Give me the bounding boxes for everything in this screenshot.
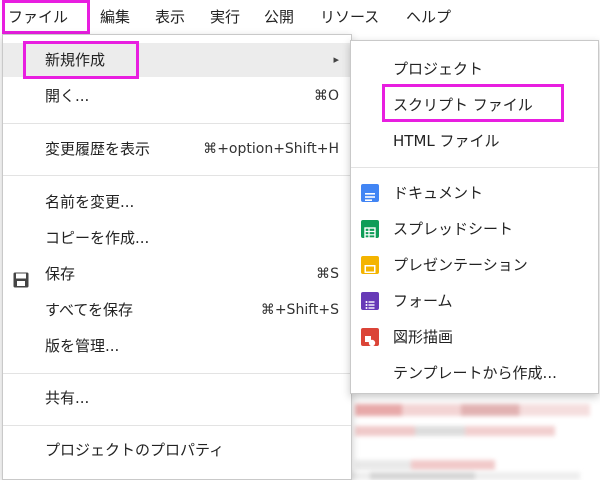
menu-item-label: すべてを保存 — [45, 301, 134, 319]
shortcut-label: ⌘S — [316, 266, 339, 282]
menu-item-label: ドキュメント — [393, 184, 484, 202]
submenu-item-project[interactable]: プロジェクト — [351, 52, 598, 86]
menubar-publish[interactable]: 公開 — [264, 0, 294, 34]
shortcut-label: ⌘+option+Shift+H — [203, 141, 339, 157]
menu-divider — [3, 373, 351, 374]
menu-item-label: 開く... — [45, 87, 90, 105]
menu-item-save-all[interactable]: すべてを保存 ⌘+Shift+S — [3, 293, 351, 327]
file-menu: 新規作成 ▸ 開く... ⌘O 変更履歴を表示 ⌘+option+Shift+H… — [2, 34, 352, 480]
blurred-code-line — [355, 460, 495, 470]
submenu-arrow-icon: ▸ — [333, 53, 339, 66]
submenu-item-from-template[interactable]: テンプレートから作成... — [351, 356, 598, 390]
menu-item-label: 変更履歴を表示 — [45, 140, 151, 158]
submenu-item-forms[interactable]: フォーム — [351, 284, 598, 318]
drawings-icon — [361, 328, 379, 347]
menubar-resources[interactable]: リソース — [320, 0, 379, 34]
slides-icon — [361, 256, 379, 274]
menubar-edit[interactable]: 編集 — [100, 0, 130, 34]
blurred-code-line — [355, 426, 555, 436]
menubar-view[interactable]: 表示 — [155, 0, 185, 34]
menu-item-revision-history[interactable]: 変更履歴を表示 ⌘+option+Shift+H — [3, 132, 351, 166]
submenu-item-sheets[interactable]: スプレッドシート — [351, 212, 598, 246]
menu-divider — [351, 167, 598, 168]
menu-bar: ファイル 編集 表示 実行 公開 リソース ヘルプ — [0, 0, 600, 35]
menu-item-manage-versions[interactable]: 版を管理... — [3, 329, 351, 363]
highlight-box — [23, 41, 139, 79]
forms-icon — [361, 292, 379, 310]
menu-divider — [3, 425, 351, 426]
menu-item-label: スプレッドシート — [393, 220, 514, 238]
menu-item-label: 名前を変更... — [45, 193, 135, 211]
menu-item-open[interactable]: 開く... ⌘O — [3, 79, 351, 113]
sheets-icon — [361, 220, 379, 239]
menu-item-label: テンプレートから作成... — [393, 364, 557, 382]
menu-divider — [3, 175, 351, 176]
menu-item-project-properties[interactable]: プロジェクトのプロパティ — [3, 433, 351, 467]
menu-item-label: プレゼンテーション — [393, 256, 528, 274]
submenu-item-slides[interactable]: プレゼンテーション — [351, 248, 598, 282]
menu-item-make-copy[interactable]: コピーを作成... — [3, 221, 351, 255]
submenu-item-docs[interactable]: ドキュメント — [351, 176, 598, 210]
menu-item-label: プロジェクト — [393, 60, 484, 78]
menu-item-label: 版を管理... — [45, 337, 120, 355]
menu-item-label: プロジェクトのプロパティ — [45, 441, 225, 459]
menu-item-label: フォーム — [393, 292, 453, 310]
menu-item-label: 共有... — [45, 389, 90, 407]
menu-item-label: コピーを作成... — [45, 229, 150, 247]
menu-item-share[interactable]: 共有... — [3, 381, 351, 415]
menubar-help[interactable]: ヘルプ — [406, 0, 451, 34]
menu-item-rename[interactable]: 名前を変更... — [3, 185, 351, 219]
menu-item-save[interactable]: 保存 ⌘S — [3, 257, 351, 291]
menu-divider — [3, 123, 351, 124]
shortcut-label: ⌘O — [313, 88, 339, 104]
highlight-box — [382, 84, 564, 122]
save-icon — [13, 266, 29, 288]
menu-item-label: 図形描画 — [393, 328, 454, 346]
docs-icon — [361, 184, 379, 202]
menubar-run[interactable]: 実行 — [210, 0, 240, 34]
shortcut-label: ⌘+Shift+S — [260, 302, 339, 318]
menu-item-label: 保存 — [45, 265, 76, 283]
menubar-file[interactable]: ファイル — [2, 0, 90, 34]
submenu-item-html-file[interactable]: HTML ファイル — [351, 124, 598, 158]
blurred-code-line — [355, 404, 590, 416]
submenu-item-drawings[interactable]: 図形描画 — [351, 320, 598, 354]
menu-item-label: HTML ファイル — [393, 132, 500, 150]
